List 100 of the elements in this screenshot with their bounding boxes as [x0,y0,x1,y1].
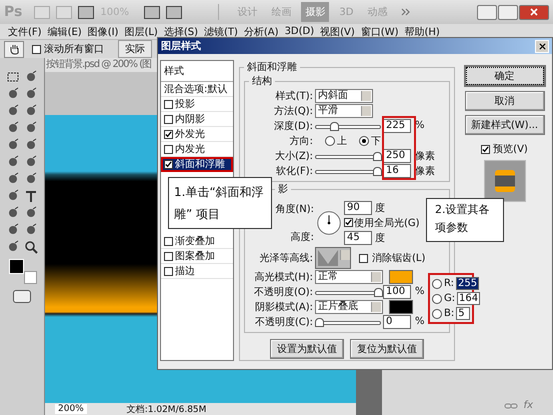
checkbox[interactable] [32,44,41,54]
zoom-field[interactable]: 200% [55,404,87,414]
slider[interactable] [315,316,381,326]
default-button[interactable]: 复位为默认值 [350,339,424,359]
section-title: 斜面和浮雕 [246,60,298,74]
contour-picker[interactable] [315,247,351,269]
radio-button[interactable] [359,136,369,146]
field-label: 软化(F): [275,164,313,178]
menu-item[interactable]: 编辑(E) [48,24,82,38]
radio-button[interactable] [432,294,442,304]
callout-text: 2.设置其各项参数 [426,198,504,242]
blending-options-item[interactable]: 混合选项:默认 [161,82,233,97]
style-item[interactable]: 描边 [161,264,233,279]
field-label: B: [444,308,454,319]
checkbox[interactable] [481,144,490,154]
field-label: 不透明度(O): [252,286,313,298]
value-field[interactable]: 0 [383,314,411,328]
style-item[interactable]: 内阴影 [161,112,233,127]
color-swatch[interactable] [389,300,413,314]
radio-button[interactable] [432,278,442,288]
background-color-swatch[interactable] [24,271,37,284]
document-size-text: 文档:1.02M/6.85M [126,404,206,415]
checkbox[interactable] [344,218,353,227]
radio-label: 下 [371,134,381,148]
checkbox-label: 消除锯齿(L) [372,252,426,265]
section-title: 影 [277,183,289,196]
slider[interactable] [315,120,381,130]
field-label: G: [444,293,455,304]
default-button[interactable]: 设置为默认值 [270,339,344,359]
menu-item[interactable]: 视图(V) [320,24,355,38]
marquee-tool-icon[interactable] [6,70,20,84]
menu-item[interactable]: 选择(S) [164,24,198,38]
menu-item[interactable]: 帮助(H) [404,24,440,38]
checkbox[interactable] [164,130,173,138]
checkbox[interactable] [164,160,173,168]
menu-item[interactable]: 图像(I) [88,24,118,38]
value-field[interactable]: 16 [383,164,411,178]
value-field[interactable]: 100 [383,284,411,298]
style-item[interactable]: 图案叠加 [161,249,233,264]
styles-header[interactable]: 样式 [161,61,233,82]
unit-label: 像素 [415,164,435,178]
value-field[interactable]: 45 [344,230,372,244]
checkbox[interactable] [164,144,173,154]
checkbox[interactable] [359,254,368,262]
type-tool-icon[interactable] [24,189,38,203]
menu-item[interactable]: 图层(L) [124,24,158,38]
color-swatch[interactable] [389,270,413,284]
value-field[interactable]: 90 [344,200,372,214]
style-item[interactable]: 渐变叠加 [161,234,233,249]
menu-item[interactable]: 文件(F) [8,24,42,38]
dropdown[interactable]: 内斜面 [315,88,373,102]
actual-pixels-button[interactable]: 实际 [118,40,152,58]
app-logo: Ps [4,4,22,20]
value-field[interactable]: 255 [456,277,480,290]
menu-item[interactable]: 窗口(W) [360,24,398,38]
field-label: 方向: [288,134,313,148]
radio-button[interactable] [432,308,442,318]
dialog-button[interactable]: 取消 [464,91,544,111]
style-item[interactable]: 斜面和浮雕 [161,157,233,172]
unit-label: 像素 [415,150,435,162]
callout-text: 1.单击“斜面和浮雕” 项目 [168,177,272,229]
checkbox[interactable] [164,252,173,260]
close-icon [538,42,546,50]
zoom-tool-icon[interactable] [24,240,38,254]
radio-button[interactable] [325,136,335,146]
dropdown[interactable]: 正片叠底 [315,300,383,314]
value-field[interactable]: 5 [456,307,470,320]
unit-label: % [415,316,425,327]
dialog-button[interactable]: 新建样式(W)... [464,115,544,135]
slider[interactable] [315,286,381,296]
checkbox[interactable] [164,114,173,124]
minimize-button[interactable] [477,4,497,20]
menu-item[interactable]: 3D(D) [284,26,314,37]
dropdown[interactable]: 平滑 [315,104,373,118]
checkbox[interactable] [164,100,173,108]
menu-item[interactable]: 分析(A) [244,24,279,38]
slider[interactable] [315,150,381,160]
foreground-color-swatch[interactable] [9,259,24,274]
checkbox[interactable] [164,266,173,276]
value-field[interactable]: 164 [457,292,480,305]
unit-label: % [415,120,425,131]
checkbox[interactable] [164,236,173,246]
dialog-button[interactable]: 确定 [464,65,546,87]
style-preview [484,160,526,202]
maximize-button[interactable] [498,4,518,20]
section-title: 结构 [251,74,273,88]
menu-item[interactable]: 滤镜(T) [204,24,238,38]
slider[interactable] [315,166,381,176]
style-item[interactable]: 投影 [161,97,233,112]
highlight-frame [382,116,416,180]
style-item[interactable]: 外发光 [161,127,233,142]
dropdown[interactable]: 正常 [315,270,383,284]
quick-mask-icon[interactable] [13,290,31,303]
field-label: 大小(Z): [274,150,313,162]
unit-label: % [415,286,425,297]
chevron-icon[interactable] [401,8,412,16]
angle-dial[interactable] [316,210,342,236]
value-field[interactable]: 225 [383,118,411,132]
field-label: 深度(D): [273,120,313,132]
value-field[interactable]: 250 [383,148,411,162]
